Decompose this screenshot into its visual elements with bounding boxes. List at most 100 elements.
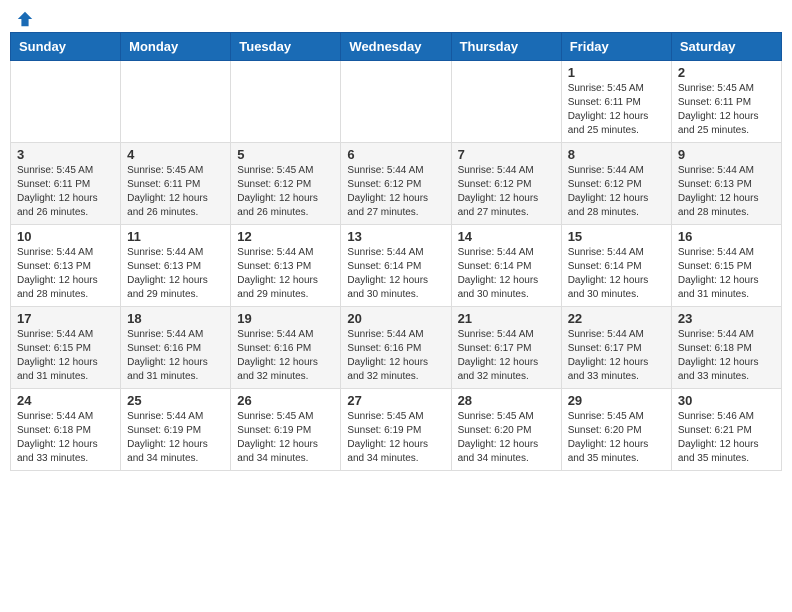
day-info: Sunrise: 5:44 AMSunset: 6:12 PMDaylight:… [458, 164, 555, 220]
day-info: Sunrise: 5:45 AMSunset: 6:20 PMDaylight:… [568, 410, 665, 466]
calendar-day-cell: 16 Sunrise: 5:44 AMSunset: 6:15 PMDayligh… [671, 225, 781, 307]
day-info: Sunrise: 5:44 AMSunset: 6:15 PMDaylight:… [678, 246, 775, 302]
day-number: 16 [678, 229, 775, 244]
calendar-day-cell: 14 Sunrise: 5:44 AMSunset: 6:14 PMDayligh… [451, 225, 561, 307]
calendar-day-cell: 19 Sunrise: 5:44 AMSunset: 6:16 PMDayligh… [231, 307, 341, 389]
calendar-day-cell: 5 Sunrise: 5:45 AMSunset: 6:12 PMDaylight… [231, 143, 341, 225]
calendar-day-cell [231, 61, 341, 143]
calendar-week-row: 10 Sunrise: 5:44 AMSunset: 6:13 PMDayligh… [11, 225, 782, 307]
day-info: Sunrise: 5:44 AMSunset: 6:16 PMDaylight:… [347, 328, 444, 384]
day-number: 8 [568, 147, 665, 162]
calendar-day-cell: 3 Sunrise: 5:45 AMSunset: 6:11 PMDaylight… [11, 143, 121, 225]
day-info: Sunrise: 5:45 AMSunset: 6:19 PMDaylight:… [237, 410, 334, 466]
day-number: 20 [347, 311, 444, 326]
calendar-day-header: Monday [121, 33, 231, 61]
calendar-header-row: SundayMondayTuesdayWednesdayThursdayFrid… [11, 33, 782, 61]
calendar-day-cell: 17 Sunrise: 5:44 AMSunset: 6:15 PMDayligh… [11, 307, 121, 389]
calendar-day-cell: 12 Sunrise: 5:44 AMSunset: 6:13 PMDayligh… [231, 225, 341, 307]
calendar-day-cell: 28 Sunrise: 5:45 AMSunset: 6:20 PMDayligh… [451, 389, 561, 471]
calendar-day-cell: 13 Sunrise: 5:44 AMSunset: 6:14 PMDayligh… [341, 225, 451, 307]
calendar-day-cell [121, 61, 231, 143]
day-info: Sunrise: 5:44 AMSunset: 6:13 PMDaylight:… [678, 164, 775, 220]
calendar-day-header: Saturday [671, 33, 781, 61]
calendar-day-cell: 21 Sunrise: 5:44 AMSunset: 6:17 PMDayligh… [451, 307, 561, 389]
calendar-day-header: Sunday [11, 33, 121, 61]
day-number: 19 [237, 311, 334, 326]
day-number: 15 [568, 229, 665, 244]
day-number: 17 [17, 311, 114, 326]
calendar-week-row: 3 Sunrise: 5:45 AMSunset: 6:11 PMDaylight… [11, 143, 782, 225]
day-info: Sunrise: 5:45 AMSunset: 6:11 PMDaylight:… [127, 164, 224, 220]
day-info: Sunrise: 5:46 AMSunset: 6:21 PMDaylight:… [678, 410, 775, 466]
day-number: 25 [127, 393, 224, 408]
calendar-day-cell: 24Sunrise: 5:44 AMSunset: 6:18 PMDayligh… [11, 389, 121, 471]
day-info: Sunrise: 5:45 AMSunset: 6:19 PMDaylight:… [347, 410, 444, 466]
day-number: 7 [458, 147, 555, 162]
day-info: Sunrise: 5:45 AMSunset: 6:12 PMDaylight:… [237, 164, 334, 220]
day-info: Sunrise: 5:45 AMSunset: 6:11 PMDaylight:… [568, 82, 665, 138]
day-number: 3 [17, 147, 114, 162]
day-info: Sunrise: 5:44 AMSunset: 6:16 PMDaylight:… [127, 328, 224, 384]
calendar-day-cell: 25 Sunrise: 5:44 AMSunset: 6:19 PMDayligh… [121, 389, 231, 471]
day-info: Sunrise: 5:44 AMSunset: 6:13 PMDaylight:… [237, 246, 334, 302]
day-number: 13 [347, 229, 444, 244]
day-info: Sunrise: 5:44 AMSunset: 6:18 PMDaylight:… [678, 328, 775, 384]
day-number: 30 [678, 393, 775, 408]
day-number: 22 [568, 311, 665, 326]
calendar-day-cell: 18 Sunrise: 5:44 AMSunset: 6:16 PMDayligh… [121, 307, 231, 389]
page-header [10, 10, 782, 24]
day-number: 28 [458, 393, 555, 408]
day-number: 9 [678, 147, 775, 162]
calendar-day-cell [11, 61, 121, 143]
day-info: Sunrise: 5:45 AMSunset: 6:20 PMDaylight:… [458, 410, 555, 466]
day-info: Sunrise: 5:44 AMSunset: 6:17 PMDaylight:… [458, 328, 555, 384]
calendar-day-header: Friday [561, 33, 671, 61]
calendar-day-cell [451, 61, 561, 143]
day-number: 26 [237, 393, 334, 408]
calendar-table: SundayMondayTuesdayWednesdayThursdayFrid… [10, 32, 782, 471]
calendar-day-cell: 11Sunrise: 5:44 AMSunset: 6:13 PMDayligh… [121, 225, 231, 307]
logo-icon [16, 10, 34, 28]
day-number: 27 [347, 393, 444, 408]
day-info: Sunrise: 5:44 AMSunset: 6:12 PMDaylight:… [568, 164, 665, 220]
calendar-day-cell: 22 Sunrise: 5:44 AMSunset: 6:17 PMDayligh… [561, 307, 671, 389]
day-info: Sunrise: 5:45 AMSunset: 6:11 PMDaylight:… [17, 164, 114, 220]
calendar-day-cell: 4Sunrise: 5:45 AMSunset: 6:11 PMDaylight… [121, 143, 231, 225]
day-number: 14 [458, 229, 555, 244]
day-info: Sunrise: 5:44 AMSunset: 6:13 PMDaylight:… [17, 246, 114, 302]
day-info: Sunrise: 5:44 AMSunset: 6:14 PMDaylight:… [347, 246, 444, 302]
calendar-day-cell: 30 Sunrise: 5:46 AMSunset: 6:21 PMDayligh… [671, 389, 781, 471]
day-number: 11 [127, 229, 224, 244]
day-info: Sunrise: 5:44 AMSunset: 6:19 PMDaylight:… [127, 410, 224, 466]
day-info: Sunrise: 5:44 AMSunset: 6:12 PMDaylight:… [347, 164, 444, 220]
day-info: Sunrise: 5:44 AMSunset: 6:14 PMDaylight:… [568, 246, 665, 302]
day-number: 10 [17, 229, 114, 244]
day-number: 2 [678, 65, 775, 80]
calendar-day-cell: 8 Sunrise: 5:44 AMSunset: 6:12 PMDaylight… [561, 143, 671, 225]
calendar-day-cell: 6 Sunrise: 5:44 AMSunset: 6:12 PMDaylight… [341, 143, 451, 225]
calendar-day-cell: 15 Sunrise: 5:44 AMSunset: 6:14 PMDayligh… [561, 225, 671, 307]
day-number: 5 [237, 147, 334, 162]
day-number: 1 [568, 65, 665, 80]
calendar-day-cell: 2 Sunrise: 5:45 AMSunset: 6:11 PMDaylight… [671, 61, 781, 143]
calendar-day-cell: 29Sunrise: 5:45 AMSunset: 6:20 PMDayligh… [561, 389, 671, 471]
logo [14, 10, 34, 24]
day-info: Sunrise: 5:44 AMSunset: 6:14 PMDaylight:… [458, 246, 555, 302]
day-number: 21 [458, 311, 555, 326]
calendar-day-cell: 23 Sunrise: 5:44 AMSunset: 6:18 PMDayligh… [671, 307, 781, 389]
day-number: 24 [17, 393, 114, 408]
day-info: Sunrise: 5:45 AMSunset: 6:11 PMDaylight:… [678, 82, 775, 138]
day-info: Sunrise: 5:44 AMSunset: 6:16 PMDaylight:… [237, 328, 334, 384]
day-number: 18 [127, 311, 224, 326]
day-info: Sunrise: 5:44 AMSunset: 6:17 PMDaylight:… [568, 328, 665, 384]
calendar-day-header: Thursday [451, 33, 561, 61]
calendar-day-cell: 7 Sunrise: 5:44 AMSunset: 6:12 PMDaylight… [451, 143, 561, 225]
calendar-week-row: 24Sunrise: 5:44 AMSunset: 6:18 PMDayligh… [11, 389, 782, 471]
calendar-day-cell: 26 Sunrise: 5:45 AMSunset: 6:19 PMDayligh… [231, 389, 341, 471]
day-number: 23 [678, 311, 775, 326]
day-number: 12 [237, 229, 334, 244]
calendar-day-cell: 1 Sunrise: 5:45 AMSunset: 6:11 PMDaylight… [561, 61, 671, 143]
day-number: 6 [347, 147, 444, 162]
day-info: Sunrise: 5:44 AMSunset: 6:15 PMDaylight:… [17, 328, 114, 384]
calendar-day-cell: 9 Sunrise: 5:44 AMSunset: 6:13 PMDaylight… [671, 143, 781, 225]
